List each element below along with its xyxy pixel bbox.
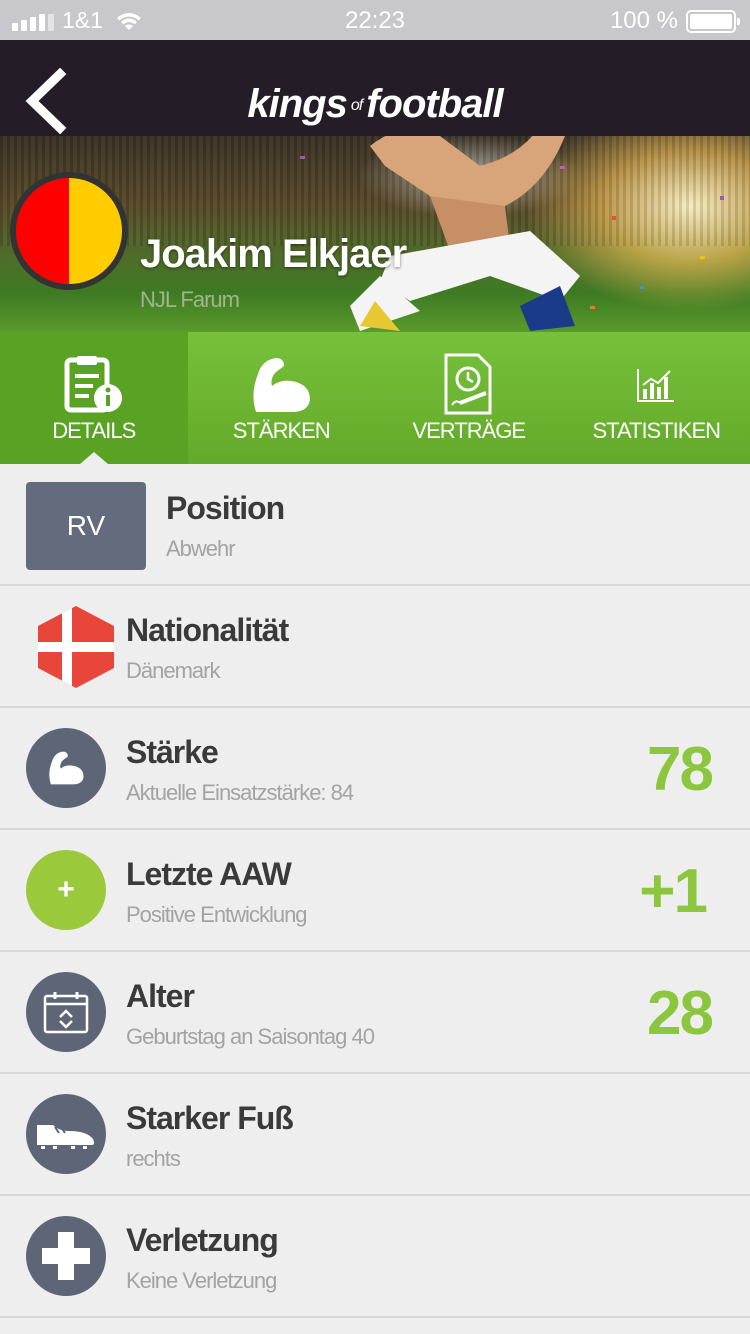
tab-vertraege[interactable]: VERTRÄGE [375, 332, 563, 464]
tab-statistiken-label: STATISTIKEN [592, 418, 721, 443]
injury-subtitle: Keine Verletzung [126, 1268, 277, 1293]
nav-bar: kings of football [0, 40, 750, 136]
list-item-age[interactable]: Alter Geburtstag an Saisontag 40 28 [0, 952, 750, 1074]
player-name: Joakim Elkjaer [140, 232, 407, 276]
age-subtitle: Geburtstag an Saisontag 40 [126, 1024, 375, 1049]
last-aaw-title: Letzte AAW [126, 856, 292, 892]
plus-icon: + [26, 850, 106, 930]
muscle-arm-icon [26, 728, 106, 808]
last-aaw-value: +1 [639, 857, 708, 926]
document-info-icon [0, 350, 188, 420]
age-title: Alter [126, 978, 195, 1014]
logo-football: football [366, 82, 503, 126]
club-badge [10, 172, 128, 290]
nationality-title: Nationalität [126, 612, 289, 648]
status-right: 100 % [609, 7, 740, 35]
list-item-nationality[interactable]: Nationalität Dänemark [0, 586, 750, 708]
app-logo: kings of football [0, 82, 750, 127]
details-list: RV Position Abwehr Nationalität Dänemark… [0, 464, 750, 1318]
tab-details[interactable]: DETAILS [0, 332, 188, 464]
strength-value: 78 [647, 735, 714, 804]
tab-staerken-label: STÄRKEN [232, 418, 331, 443]
logo-kings: kings [247, 82, 347, 126]
tab-details-label: DETAILS [52, 418, 136, 443]
contract-icon [375, 350, 563, 420]
calendar-icon [26, 972, 106, 1052]
denmark-flag-icon [38, 606, 114, 688]
position-title: Position [166, 490, 285, 526]
bar-chart-icon [563, 350, 750, 420]
strength-subtitle: Aktuelle Einsatzstärke: 84 [126, 780, 354, 805]
muscle-arm-icon [188, 350, 376, 420]
player-tabs: DETAILS STÄRKEN VERTRÄGE STATISTIKEN [0, 332, 750, 464]
status-bar: 1&1 22:23 100 % [0, 0, 750, 40]
foot-title: Starker Fuß [126, 1100, 294, 1136]
last-aaw-subtitle: Positive Entwicklung [126, 902, 308, 927]
battery-percent: 100 % [609, 7, 678, 34]
tab-vertraege-label: VERTRÄGE [412, 418, 526, 443]
age-value: 28 [647, 979, 714, 1048]
medical-cross-icon [26, 1216, 106, 1296]
list-item-last-aaw[interactable]: + Letzte AAW Positive Entwicklung +1 [0, 830, 750, 952]
list-item-strong-foot[interactable]: Starker Fuß rechts [0, 1074, 750, 1196]
plus-symbol: + [57, 873, 75, 906]
foot-subtitle: rechts [126, 1146, 181, 1171]
list-item-injury[interactable]: Verletzung Keine Verletzung [0, 1196, 750, 1318]
player-club[interactable]: NJL Farum [140, 287, 240, 313]
tab-statistiken[interactable]: STATISTIKEN [563, 332, 750, 464]
injury-title: Verletzung [126, 1222, 279, 1258]
position-badge: RV [26, 482, 146, 570]
list-item-strength[interactable]: Stärke Aktuelle Einsatzstärke: 84 78 [0, 708, 750, 830]
list-item-position[interactable]: RV Position Abwehr [0, 464, 750, 586]
football-boot-icon [26, 1094, 106, 1174]
tab-staerken[interactable]: STÄRKEN [188, 332, 376, 464]
battery-icon [686, 9, 740, 33]
nationality-subtitle: Dänemark [126, 658, 220, 683]
logo-of: of [350, 97, 363, 115]
strength-title: Stärke [126, 734, 219, 770]
position-subtitle: Abwehr [166, 536, 236, 561]
